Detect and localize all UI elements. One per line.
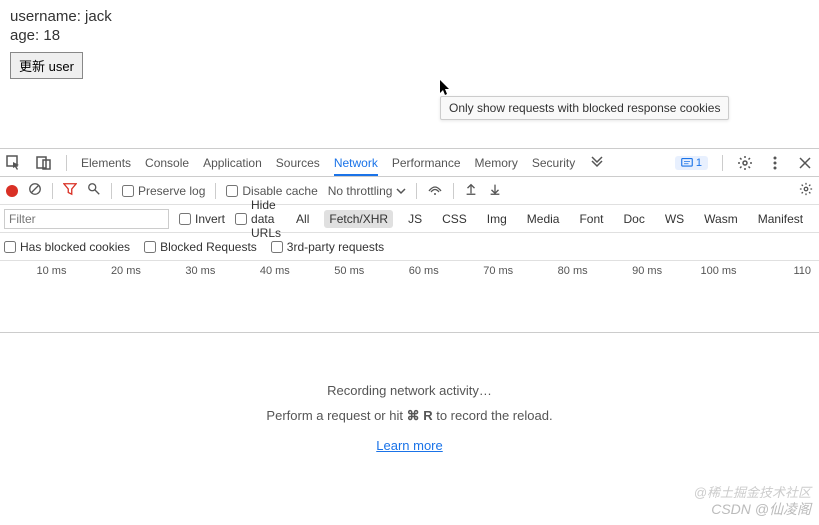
empty-state: Recording network activity… Perform a re… <box>0 333 819 503</box>
timeline-tick: 70 ms <box>447 265 521 277</box>
gear-icon[interactable] <box>737 155 753 171</box>
close-icon[interactable] <box>797 155 813 171</box>
type-font[interactable]: Font <box>574 210 608 228</box>
network-toolbar: Preserve log Disable cache No throttling <box>0 177 819 205</box>
divider <box>453 183 454 199</box>
record-button[interactable] <box>6 185 18 197</box>
tab-network[interactable]: Network <box>334 150 378 176</box>
message-count-badge[interactable]: 1 <box>675 156 708 170</box>
divider <box>722 155 723 171</box>
export-har-icon[interactable] <box>488 182 502 199</box>
throttling-select[interactable]: No throttling <box>328 184 407 198</box>
username-text: username: jack <box>10 8 809 25</box>
type-all[interactable]: All <box>291 210 314 228</box>
tab-performance[interactable]: Performance <box>392 150 461 176</box>
tab-security[interactable]: Security <box>532 150 575 176</box>
search-icon[interactable] <box>87 182 101 199</box>
tab-console[interactable]: Console <box>145 150 189 176</box>
timeline-tick: 100 ms <box>670 265 744 277</box>
disable-cache-checkbox[interactable]: Disable cache <box>226 184 317 198</box>
invert-checkbox[interactable]: Invert <box>179 212 225 226</box>
type-css[interactable]: CSS <box>437 210 472 228</box>
type-media[interactable]: Media <box>522 210 565 228</box>
devtools-panel: Elements Console Application Sources Net… <box>0 148 819 503</box>
third-party-checkbox[interactable]: 3rd-party requests <box>271 240 384 254</box>
timeline-labels: 10 ms 20 ms 30 ms 40 ms 50 ms 60 ms 70 m… <box>0 261 819 277</box>
timeline-tick: 50 ms <box>298 265 372 277</box>
timeline[interactable]: 10 ms 20 ms 30 ms 40 ms 50 ms 60 ms 70 m… <box>0 261 819 333</box>
filter-bar-2: Has blocked cookies Blocked Requests 3rd… <box>0 233 819 261</box>
timeline-tick: 60 ms <box>372 265 446 277</box>
divider <box>52 183 53 199</box>
timeline-tick: 110 <box>745 265 819 277</box>
type-doc[interactable]: Doc <box>618 210 649 228</box>
type-img[interactable]: Img <box>482 210 512 228</box>
type-wasm[interactable]: Wasm <box>699 210 743 228</box>
filter-bar: Invert Hide data URLs All Fetch/XHR JS C… <box>0 205 819 233</box>
recording-text: Recording network activity… <box>0 383 819 398</box>
blocked-requests-checkbox[interactable]: Blocked Requests <box>144 240 257 254</box>
timeline-tick: 30 ms <box>149 265 223 277</box>
tab-elements[interactable]: Elements <box>81 150 131 176</box>
divider <box>416 183 417 199</box>
kebab-icon[interactable] <box>767 155 783 171</box>
divider <box>111 183 112 199</box>
filter-input[interactable] <box>4 209 169 229</box>
timeline-tick: 80 ms <box>521 265 595 277</box>
divider <box>66 155 67 171</box>
learn-more-link[interactable]: Learn more <box>376 438 442 453</box>
age-text: age: 18 <box>10 27 809 44</box>
type-ws[interactable]: WS <box>660 210 689 228</box>
device-toggle-icon[interactable] <box>36 155 52 171</box>
blocked-cookies-checkbox[interactable]: Has blocked cookies <box>4 240 130 254</box>
gear-icon[interactable] <box>799 182 813 199</box>
devtools-tabbar: Elements Console Application Sources Net… <box>0 149 819 177</box>
clear-icon[interactable] <box>28 182 42 199</box>
timeline-tick: 10 ms <box>0 265 74 277</box>
preserve-log-checkbox[interactable]: Preserve log <box>122 184 205 198</box>
update-user-button[interactable]: 更新 user <box>10 52 83 79</box>
type-js[interactable]: JS <box>403 210 427 228</box>
type-manifest[interactable]: Manifest <box>753 210 808 228</box>
tab-application[interactable]: Application <box>203 150 262 176</box>
timeline-tick: 90 ms <box>596 265 670 277</box>
tab-sources[interactable]: Sources <box>276 150 320 176</box>
message-count: 1 <box>696 157 702 169</box>
hint-text: Perform a request or hit ⌘ R to record t… <box>0 408 819 424</box>
divider <box>215 183 216 199</box>
inspect-icon[interactable] <box>6 155 22 171</box>
tooltip: Only show requests with blocked response… <box>440 96 729 120</box>
more-tabs-icon[interactable] <box>589 155 605 171</box>
timeline-tick: 20 ms <box>74 265 148 277</box>
import-har-icon[interactable] <box>464 182 478 199</box>
hide-data-urls-checkbox[interactable]: Hide data URLs <box>235 198 281 240</box>
filter-icon[interactable] <box>63 182 77 199</box>
network-conditions-icon[interactable] <box>427 181 443 200</box>
timeline-tick: 40 ms <box>223 265 297 277</box>
type-fetch-xhr[interactable]: Fetch/XHR <box>324 210 393 228</box>
tab-memory[interactable]: Memory <box>475 150 518 176</box>
